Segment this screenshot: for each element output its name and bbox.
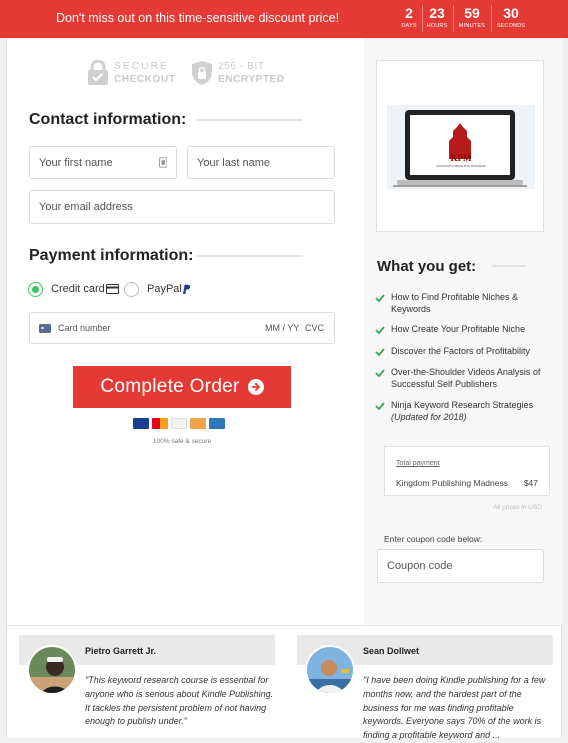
- visa-icon: [133, 418, 149, 429]
- check-icon: [375, 294, 385, 303]
- encrypted-line1: 256 - BIT: [218, 61, 265, 72]
- countdown-seconds-label: SECONDS: [496, 23, 526, 29]
- credit-card-icon: [106, 284, 119, 294]
- autofill-icon[interactable]: [158, 157, 167, 168]
- amex-icon: [209, 418, 225, 429]
- discover-alt-icon: [190, 418, 206, 429]
- countdown-days-value: 2: [405, 5, 413, 21]
- secure-line1: SECURE: [114, 61, 169, 72]
- product-logo-subtext: KINGDOM PUBLISHING MADNESS: [436, 164, 486, 168]
- benefit-text: Discover the Factors of Profitability: [391, 345, 531, 356]
- contact-heading: Contact information:: [29, 111, 187, 128]
- discount-message: Don't miss out on this time-sensitive di…: [56, 11, 340, 25]
- benefit-item: Discover the Factors of Profitability: [375, 346, 545, 358]
- countdown-hours-label: HOURS: [426, 23, 448, 29]
- section-divider: [7, 625, 563, 626]
- card-expiry-input[interactable]: [265, 323, 303, 333]
- check-icon: [375, 347, 385, 356]
- avatar: [27, 645, 77, 695]
- product-image: KPM KINGDOM PUBLISHING MADNESS: [376, 60, 544, 232]
- arrow-right-icon: [247, 379, 264, 395]
- complete-order-button[interactable]: Complete Order: [73, 366, 291, 408]
- secure-checkout-badge: SECURE CHECKOUT: [87, 60, 187, 90]
- card-number-input[interactable]: [58, 323, 265, 333]
- lock-icon: [88, 60, 108, 85]
- card-icon: [39, 323, 51, 333]
- first-name-field[interactable]: [29, 146, 177, 179]
- encrypted-line2: ENCRYPTED: [218, 74, 285, 85]
- testimonial-author: Pietro Garrett Jr.: [85, 646, 157, 656]
- shield-lock-icon: [192, 61, 212, 85]
- benefit-item: How to Find Profitable Niches & Keywords: [375, 292, 545, 315]
- first-name-input[interactable]: [39, 156, 159, 169]
- discover-icon: [171, 418, 187, 429]
- card-cvc-input[interactable]: [305, 323, 325, 333]
- check-icon: [375, 326, 385, 335]
- product-logo-text: KPM: [450, 153, 472, 163]
- total-payment-label: Total payment: [396, 460, 440, 467]
- heading-rule: [492, 265, 526, 267]
- email-field[interactable]: [29, 190, 335, 224]
- accepted-cards: [133, 418, 225, 429]
- encryption-badge: 256 - BIT ENCRYPTED: [191, 60, 301, 90]
- complete-order-label: Complete Order: [100, 376, 240, 397]
- benefit-item: How Create Your Profitable Niche: [375, 324, 545, 336]
- safe-secure-text: 100% safe & secure: [152, 438, 212, 445]
- benefit-item: Ninja Keyword Research Strategies (Updat…: [375, 400, 545, 423]
- check-icon: [375, 402, 385, 411]
- countdown-seconds-value: 30: [503, 5, 519, 21]
- testimonial-card: Pietro Garrett Jr. "This keyword researc…: [19, 635, 275, 738]
- checkout-frame: SECURE CHECKOUT 256 - BIT ENCRYPTED Cont…: [6, 38, 563, 740]
- coupon-field[interactable]: [377, 549, 544, 583]
- payment-heading: Payment information:: [29, 247, 194, 264]
- benefit-text: Over-the-Shoulder Videos Analysis of Suc…: [391, 367, 541, 389]
- benefit-text: How Create Your Profitable Niche: [391, 324, 526, 334]
- coupon-label: Enter coupon code below:: [384, 534, 483, 544]
- product-name: Kingdom Publishing Madness: [396, 478, 508, 488]
- countdown-days-label: DAYS: [401, 23, 417, 29]
- card-details-field[interactable]: [29, 312, 335, 344]
- benefit-text: How to Find Profitable Niches & Keywords: [391, 292, 519, 314]
- countdown-days: 2 DAYS: [395, 5, 423, 29]
- benefits-list: How to Find Profitable Niches & Keywords…: [375, 292, 545, 423]
- benefit-note: (Updated for 2018): [391, 411, 467, 422]
- countdown-minutes-value: 59: [464, 5, 480, 21]
- email-input[interactable]: [39, 201, 325, 213]
- countdown-divider: [491, 5, 492, 32]
- credit-card-label[interactable]: Credit card: [51, 283, 105, 295]
- countdown-hours: 23 HOURS: [423, 5, 451, 29]
- benefit-item: Over-the-Shoulder Videos Analysis of Suc…: [375, 367, 545, 390]
- paypal-radio[interactable]: [124, 282, 139, 297]
- heading-rule: [197, 119, 302, 121]
- countdown-hours-value: 23: [429, 5, 445, 21]
- product-price: $47: [523, 478, 538, 488]
- secure-checkout-text: SECURE CHECKOUT: [114, 60, 175, 86]
- avatar: [305, 645, 355, 695]
- testimonial-quote: "This keyword research course is essenti…: [85, 675, 274, 727]
- laptop-image: [387, 105, 535, 189]
- testimonial-author: Sean Dollwet: [363, 646, 420, 656]
- check-icon: [375, 369, 385, 378]
- countdown-seconds: 30 SECONDS: [494, 5, 528, 29]
- countdown-minutes: 59 MINUTES: [455, 5, 489, 29]
- total-payment-box: Total payment Kingdom Publishing Madness…: [384, 446, 550, 496]
- paypal-label[interactable]: PayPal: [147, 283, 182, 295]
- heading-rule: [197, 255, 303, 257]
- last-name-field[interactable]: [187, 146, 335, 179]
- benefit-text: Ninja Keyword Research Strategies: [391, 400, 534, 410]
- what-you-get-heading: What you get:: [377, 258, 477, 275]
- coupon-input[interactable]: [387, 560, 534, 572]
- countdown-bar: Don't miss out on this time-sensitive di…: [0, 0, 568, 38]
- last-name-input[interactable]: [197, 156, 325, 169]
- currency-note: All prices in USD: [493, 504, 542, 511]
- countdown-minutes-label: MINUTES: [458, 23, 486, 29]
- credit-card-radio[interactable]: [28, 282, 43, 297]
- secure-line2: CHECKOUT: [114, 74, 176, 85]
- paypal-icon: [183, 284, 191, 294]
- countdown-divider: [453, 5, 454, 32]
- testimonial-quote: "I have been doing Kindle publishing for…: [363, 675, 546, 741]
- mastercard-icon: [152, 418, 168, 429]
- encryption-text: 256 - BIT ENCRYPTED: [218, 60, 285, 86]
- testimonial-card: Sean Dollwet "I have been doing Kindle p…: [297, 635, 553, 740]
